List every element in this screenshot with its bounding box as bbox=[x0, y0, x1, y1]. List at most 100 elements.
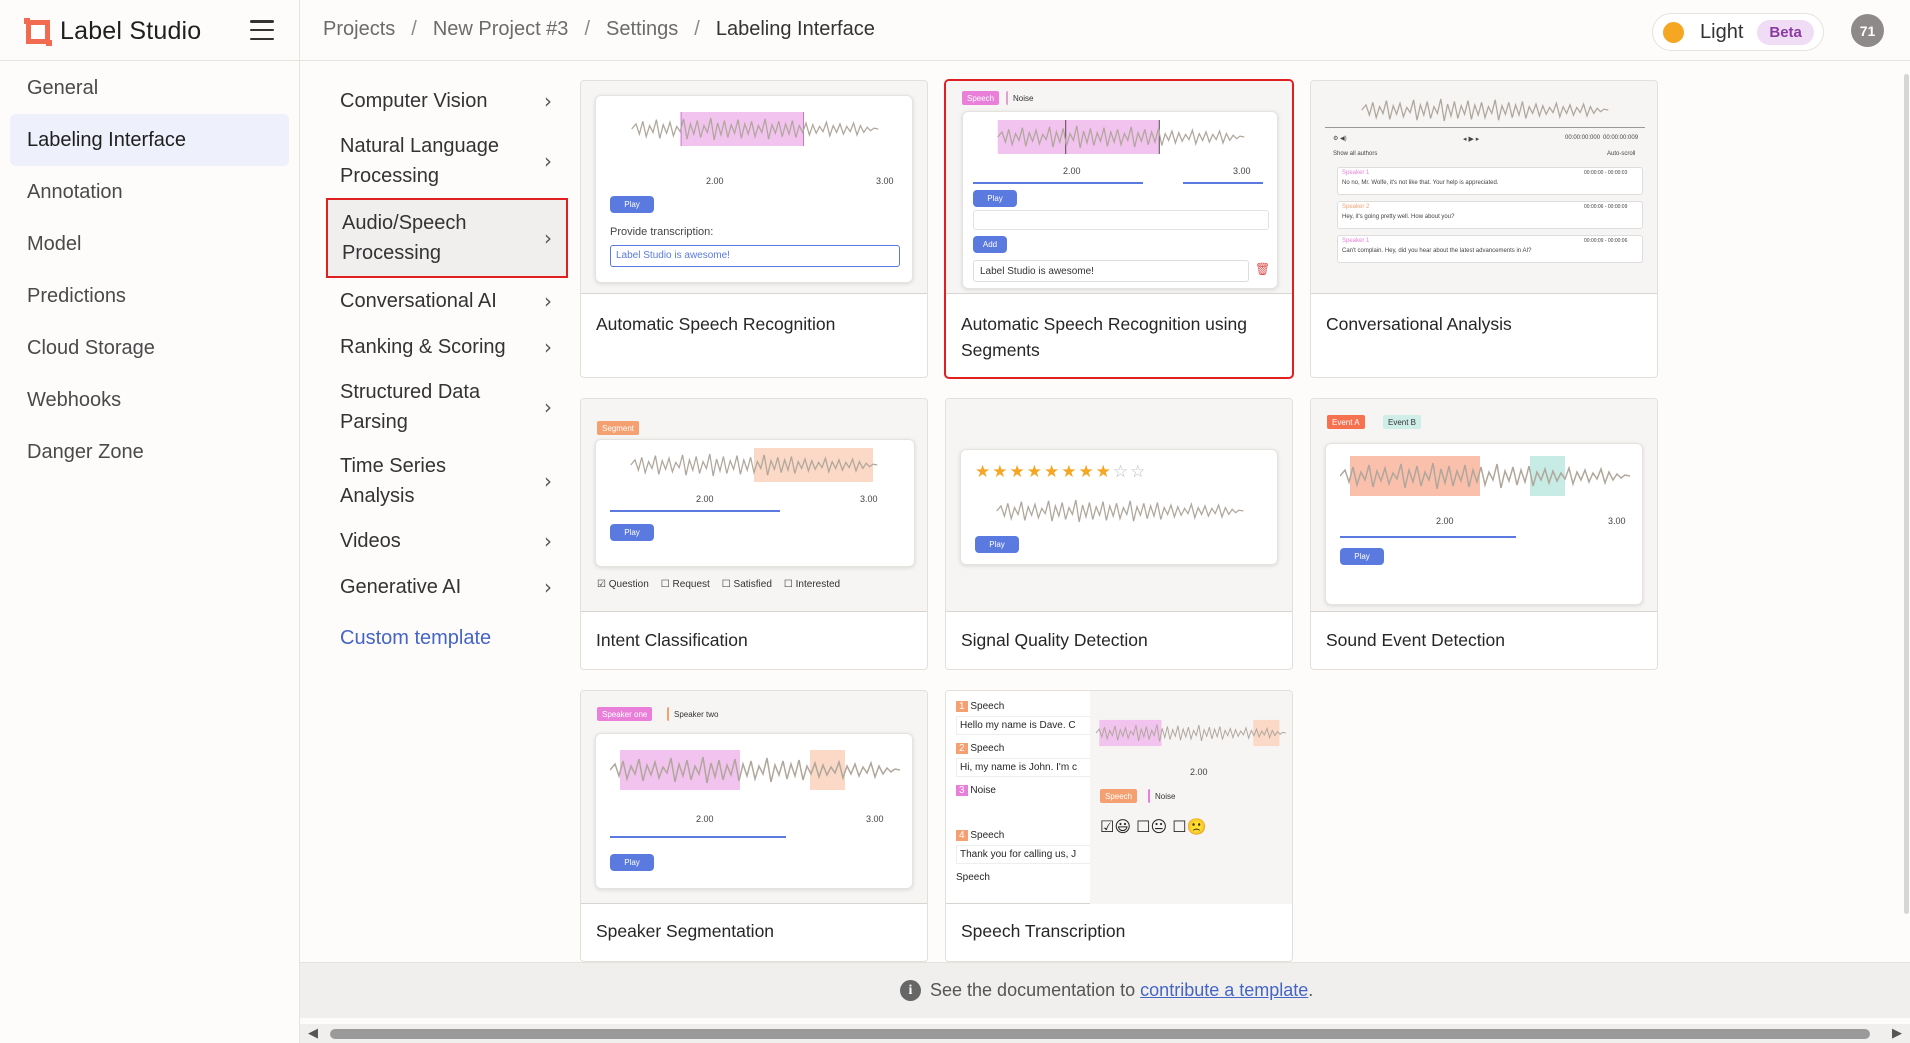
seek-slider bbox=[610, 836, 786, 838]
category-computer-vision[interactable]: Computer Vision › bbox=[326, 80, 566, 122]
menu-icon[interactable] bbox=[250, 20, 274, 40]
info-icon: i bbox=[900, 980, 921, 1001]
template-card-speech-transcription[interactable]: 1 Speech Hello my name is Dave. C 2 Spee… bbox=[945, 690, 1293, 962]
preview-panel: 2.00 3.00 Play bbox=[595, 439, 915, 567]
footer-prefix: See the documentation to bbox=[930, 980, 1136, 1000]
preview-panel: 2.00 3.00 Play Add Label Studio is aweso… bbox=[962, 111, 1278, 289]
transcription-input: Label Studio is awesome! bbox=[610, 245, 900, 267]
template-title: Intent Classification bbox=[596, 630, 748, 650]
play-button: Play bbox=[973, 190, 1017, 207]
template-card-asr-segments[interactable]: Speech Noise 2.00 3.00 Play Add Label St… bbox=[944, 79, 1294, 379]
star-rating: ★★★★★★★★☆☆ bbox=[975, 462, 1148, 482]
template-card-asr[interactable]: 2.00 3.00 Play Provide transcription: La… bbox=[580, 80, 928, 378]
breadcrumb: Projects / New Project #3 / Settings / Labe… bbox=[323, 18, 875, 41]
segment-item: 2 Speech bbox=[956, 743, 1106, 754]
sidebar-divider bbox=[299, 0, 300, 1043]
chevron-right-icon: › bbox=[544, 335, 552, 359]
breadcrumb-projects[interactable]: Projects bbox=[323, 18, 395, 41]
vertical-scrollbar[interactable] bbox=[1902, 62, 1910, 962]
template-preview: 1 Speech Hello my name is Dave. C 2 Spee… bbox=[946, 691, 1292, 904]
breadcrumb-current: Labeling Interface bbox=[715, 18, 875, 40]
logo[interactable]: Label Studio bbox=[24, 17, 201, 46]
template-card-signal-quality[interactable]: ★★★★★★★★☆☆ Play Signal Quality Detection bbox=[945, 398, 1293, 670]
breadcrumb-project[interactable]: New Project #3 bbox=[433, 18, 569, 41]
settings-sidebar: General Labeling Interface Annotation Mo… bbox=[0, 62, 299, 478]
scroll-right-icon[interactable]: ▶ bbox=[1892, 1025, 1902, 1041]
volume-slider bbox=[1183, 182, 1263, 184]
sidebar-item-webhooks[interactable]: Webhooks bbox=[10, 374, 289, 426]
segment-text: Hi, my name is John. I'm c bbox=[956, 758, 1106, 777]
category-label: Time Series Analysis bbox=[340, 455, 446, 507]
template-title: Automatic Speech Recognition bbox=[596, 314, 836, 334]
category-conversational-ai[interactable]: Conversational AI › bbox=[326, 278, 566, 324]
beta-badge: Beta bbox=[1757, 19, 1814, 45]
auto-scroll-toggle: Auto-scroll bbox=[1607, 151, 1636, 157]
scrollbar-thumb[interactable] bbox=[330, 1029, 1870, 1039]
template-title: Automatic Speech Recognition using Segme… bbox=[961, 314, 1248, 360]
custom-template-link[interactable]: Custom template bbox=[340, 627, 491, 650]
tick-label: 3.00 bbox=[1233, 166, 1251, 176]
chevron-right-icon: › bbox=[544, 226, 552, 250]
scrollbar-thumb[interactable] bbox=[1904, 74, 1909, 914]
scroll-left-icon[interactable]: ◀ bbox=[308, 1025, 318, 1041]
category-nlp[interactable]: Natural Language Processing › bbox=[326, 124, 566, 198]
category-label: Natural Language Processing bbox=[340, 135, 500, 187]
intent-checkboxes: ☑ Question ☐ Request ☐ Satisfied ☐ Inter… bbox=[597, 579, 840, 590]
template-card-sound-event[interactable]: Event A Event B 2.00 3.00 Play Sound Eve… bbox=[1310, 398, 1658, 670]
transcript-entry: Label Studio is awesome! bbox=[973, 260, 1249, 282]
theme-toggle[interactable]: Light Beta bbox=[1652, 13, 1824, 51]
category-time-series[interactable]: Time Series Analysis › bbox=[326, 444, 566, 518]
template-card-speaker-segmentation[interactable]: Speaker one Speaker two 2.00 3.00 Play S… bbox=[580, 690, 928, 962]
message-row: Speaker 2 Hey, it's going pretty well. Ho… bbox=[1337, 201, 1643, 229]
message-row: Speaker 1 No no, Mr. Wolfe, it's not like… bbox=[1337, 167, 1643, 195]
tick-label: 2.00 bbox=[696, 494, 714, 504]
tick-label: 3.00 bbox=[876, 176, 894, 186]
footer: i See the documentation to contribute a … bbox=[300, 962, 1910, 1018]
play-button: Play bbox=[610, 196, 654, 213]
category-audio-speech[interactable]: Audio/Speech Processing › bbox=[326, 198, 568, 278]
template-preview: Event A Event B 2.00 3.00 Play bbox=[1311, 399, 1657, 612]
template-preview: Segment 2.00 3.00 Play ☑ Question ☐ Requ… bbox=[581, 399, 927, 612]
contribute-template-link[interactable]: contribute a template bbox=[1140, 980, 1308, 1001]
sidebar-item-danger-zone[interactable]: Danger Zone bbox=[10, 426, 289, 478]
template-title: Speech Transcription bbox=[961, 921, 1126, 941]
breadcrumb-settings[interactable]: Settings bbox=[606, 18, 678, 41]
template-title: Conversational Analysis bbox=[1326, 314, 1512, 334]
label-tag: Event B bbox=[1383, 415, 1422, 429]
category-ranking-scoring[interactable]: Ranking & Scoring › bbox=[326, 324, 566, 370]
sidebar-item-labeling-interface[interactable]: Labeling Interface bbox=[10, 114, 289, 166]
label-tag: Event A bbox=[1327, 415, 1365, 429]
template-title: Speaker Segmentation bbox=[596, 921, 775, 941]
waveform bbox=[610, 750, 900, 790]
preview-panel: ★★★★★★★★☆☆ Play bbox=[960, 449, 1278, 565]
template-card-intent[interactable]: Segment 2.00 3.00 Play ☑ Question ☐ Requ… bbox=[580, 398, 928, 670]
sidebar-item-annotation[interactable]: Annotation bbox=[10, 166, 289, 218]
category-videos[interactable]: Videos › bbox=[326, 518, 566, 564]
sidebar-item-predictions[interactable]: Predictions bbox=[10, 270, 289, 322]
time-readout: 00:00:00:000 bbox=[1565, 135, 1601, 141]
footer-text: i See the documentation to contribute a … bbox=[900, 980, 1313, 1001]
avatar[interactable]: 71 bbox=[1851, 14, 1884, 47]
tick-label: 2.00 bbox=[1190, 767, 1208, 777]
category-generative-ai[interactable]: Generative AI › bbox=[326, 564, 566, 610]
trash-icon: 🗑 bbox=[1255, 262, 1271, 276]
label-tag: Noise bbox=[1148, 789, 1180, 803]
segment-item: 1 Speech bbox=[956, 701, 1106, 712]
add-button: Add bbox=[973, 236, 1007, 253]
chevron-right-icon: › bbox=[544, 575, 552, 599]
tick-label: 2.00 bbox=[706, 176, 724, 186]
sidebar-item-cloud-storage[interactable]: Cloud Storage bbox=[10, 322, 289, 374]
preview-panel: 2.00 3.00 Play Provide transcription: La… bbox=[595, 95, 913, 283]
category-structured-data[interactable]: Structured Data Parsing › bbox=[326, 370, 566, 444]
sidebar-item-model[interactable]: Model bbox=[10, 218, 289, 270]
play-button: Play bbox=[1340, 548, 1384, 565]
sidebar-item-general[interactable]: General bbox=[10, 62, 289, 114]
horizontal-scrollbar[interactable]: ◀ ▶ bbox=[300, 1024, 1910, 1043]
emoji-rating: ☑😃 ☐😐 ☐🙁 bbox=[1100, 817, 1207, 836]
audio-panel: 2.00 Speech Noise ☑😃 ☐😐 ☐🙁 bbox=[1090, 691, 1292, 904]
waveform bbox=[1361, 98, 1609, 122]
segment-item: 4 Speech bbox=[956, 830, 1106, 841]
preview-panel: 2.00 3.00 Play bbox=[595, 733, 913, 889]
waveform bbox=[631, 112, 879, 146]
template-card-conversational[interactable]: ⚙ ◀) ◂ ▶ ▸ 00:00:00:000 00:00:00:009 Sho… bbox=[1310, 80, 1658, 378]
